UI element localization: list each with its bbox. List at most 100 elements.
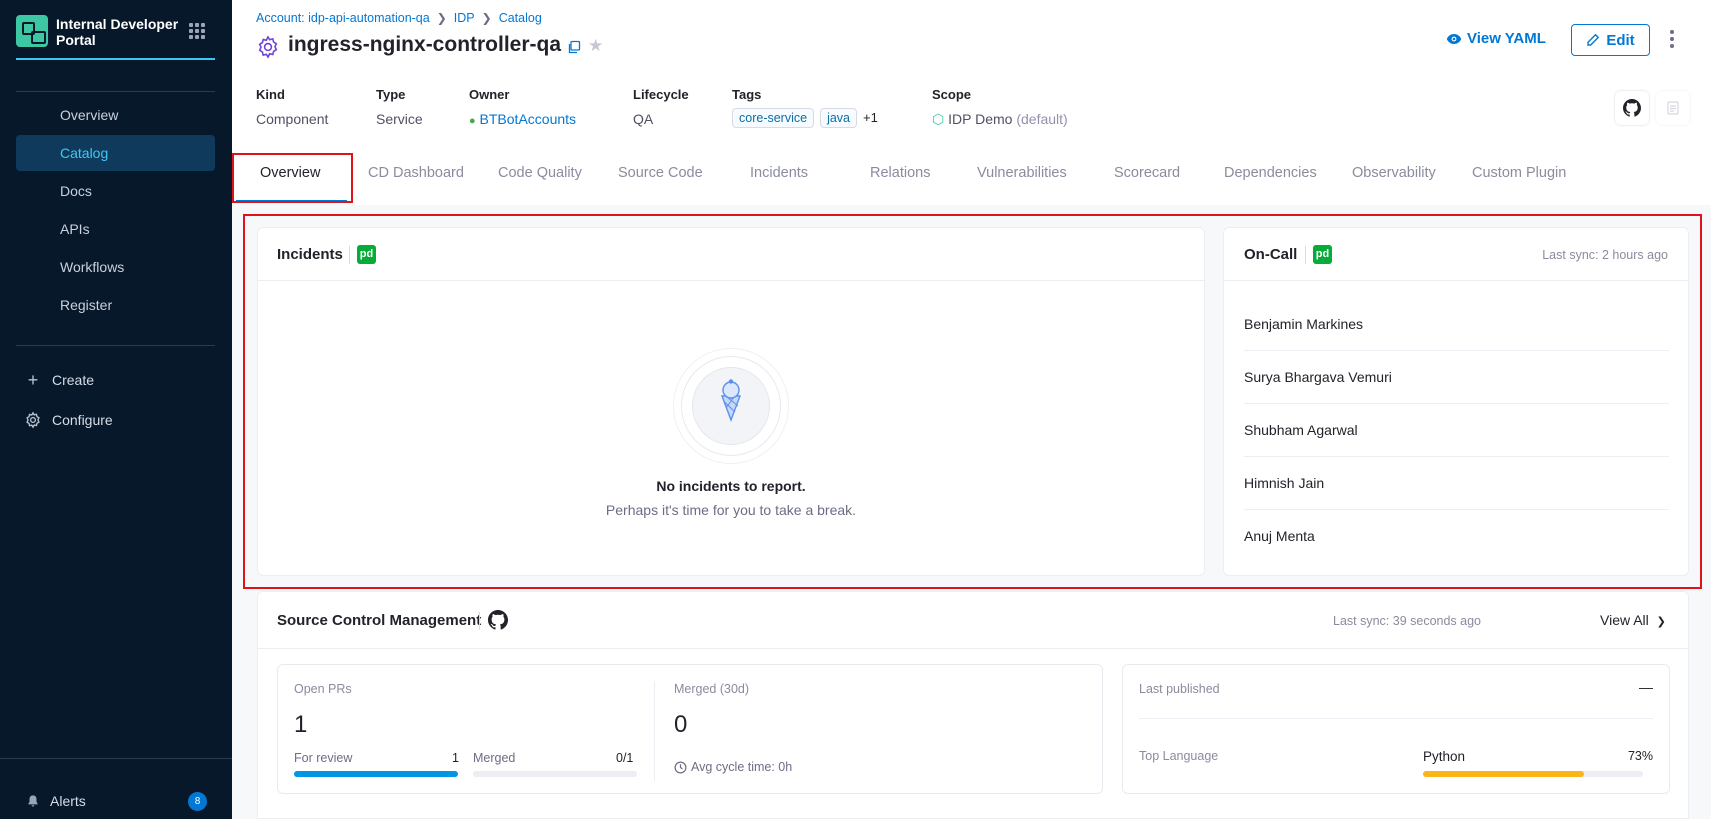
- sidebar-item-docs[interactable]: Docs: [16, 173, 215, 209]
- star-icon[interactable]: ★: [588, 36, 603, 56]
- meta-owner-value[interactable]: ● BTBotAccounts: [469, 111, 576, 127]
- merged-30d-value: 0: [674, 711, 688, 738]
- brand[interactable]: Internal Developer Portal: [16, 14, 215, 60]
- tags-more[interactable]: +1: [863, 110, 878, 125]
- github-link[interactable]: [1615, 91, 1649, 125]
- cube-icon: ⬡: [932, 111, 945, 127]
- sidebar-item-workflows[interactable]: Workflows: [16, 249, 215, 285]
- meta-kind: Kind Component: [256, 87, 328, 127]
- sidebar-alerts[interactable]: Alerts 8: [0, 758, 232, 819]
- tab-dependencies[interactable]: Dependencies: [1224, 165, 1317, 181]
- edit-label: Edit: [1606, 31, 1635, 49]
- oncall-card: On-Call pd Last sync: 2 hours ago Benjam…: [1223, 227, 1689, 576]
- sidebar-item-catalog[interactable]: Catalog: [16, 135, 215, 171]
- sidebar-item-register[interactable]: Register: [16, 287, 215, 323]
- tab-cd-dashboard[interactable]: CD Dashboard: [368, 165, 464, 181]
- last-published-label: Last published: [1139, 682, 1220, 696]
- meta-lifecycle-value: QA: [633, 111, 654, 127]
- sidebar-item-apis[interactable]: APIs: [16, 211, 215, 247]
- copy-icon[interactable]: [567, 40, 581, 54]
- last-published-value: —: [1639, 679, 1653, 695]
- tab-observability[interactable]: Observability: [1352, 165, 1436, 181]
- sidebar-item-overview[interactable]: Overview: [16, 97, 215, 133]
- oncall-last-sync: Last sync: 2 hours ago: [1542, 248, 1668, 262]
- incidents-card: Incidents pd No incidents to report. Per…: [257, 227, 1205, 576]
- for-review-value: 1: [452, 751, 459, 765]
- tag-chip: java: [820, 108, 858, 128]
- oncall-person[interactable]: Benjamin Markines: [1244, 298, 1669, 351]
- meta-lifecycle: Lifecycle QA: [633, 87, 689, 127]
- more-options-icon[interactable]: [1669, 30, 1675, 50]
- meta-type-value: Service: [376, 111, 423, 127]
- empty-title: No incidents to report.: [656, 478, 806, 494]
- sidebar-configure[interactable]: Configure: [24, 405, 113, 435]
- configure-label: Configure: [52, 412, 113, 428]
- open-prs-label: Open PRs: [294, 682, 352, 696]
- owner-link[interactable]: BTBotAccounts: [480, 111, 577, 127]
- top-language-bar: [1423, 771, 1643, 777]
- tab-vulnerabilities[interactable]: Vulnerabilities: [977, 165, 1067, 181]
- meta-owner-label: Owner: [469, 87, 510, 102]
- oncall-person[interactable]: Shubham Agarwal: [1244, 404, 1669, 457]
- meta-tags: Tags core-service java +1: [732, 87, 878, 128]
- meta-scope-label: Scope: [932, 87, 972, 102]
- sidebar-create[interactable]: + Create: [24, 365, 94, 395]
- document-icon: [1667, 101, 1679, 115]
- alerts-label: Alerts: [50, 793, 86, 809]
- view-yaml-button[interactable]: View YAML: [1446, 30, 1546, 47]
- meta-lifecycle-label: Lifecycle: [633, 87, 689, 102]
- oncall-person[interactable]: Anuj Menta: [1244, 510, 1669, 563]
- card-divider: [1224, 280, 1688, 281]
- top-language-bar-fill: [1423, 771, 1584, 777]
- breadcrumb-idp[interactable]: IDP: [454, 11, 475, 25]
- highlight-overview-tab: [232, 153, 353, 203]
- chevron-right-icon: ❯: [481, 11, 492, 25]
- for-review-bar: [294, 771, 458, 777]
- meta-tags-label: Tags: [732, 87, 762, 102]
- tab-source-code[interactable]: Source Code: [618, 165, 703, 181]
- team-icon: ●: [469, 115, 476, 127]
- oncall-person[interactable]: Surya Bhargava Vemuri: [1244, 351, 1669, 404]
- scope-name: IDP Demo: [948, 111, 1013, 127]
- eye-icon: [1446, 33, 1462, 44]
- ice-cream-icon: [720, 379, 742, 422]
- tab-incidents[interactable]: Incidents: [750, 165, 808, 181]
- empty-subtitle: Perhaps it's time for you to take a brea…: [605, 502, 857, 518]
- merged-label: Merged: [473, 751, 516, 765]
- sidebar-divider: [16, 91, 215, 92]
- tab-code-quality[interactable]: Code Quality: [498, 165, 582, 181]
- breadcrumb-account[interactable]: Account: idp-api-automation-qa: [256, 11, 430, 25]
- meta-kind-value: Component: [256, 111, 329, 127]
- tab-relations[interactable]: Relations: [870, 165, 930, 181]
- incidents-title: Incidents: [277, 246, 343, 263]
- app-launcher-icon[interactable]: [189, 23, 205, 39]
- publish-language-box: Last published — Top Language Python 73%: [1122, 664, 1670, 794]
- top-language-name: Python: [1423, 749, 1466, 764]
- tab-custom-plugin[interactable]: Custom Plugin: [1472, 165, 1566, 181]
- card-divider: [258, 648, 1688, 649]
- meta-type: Type Service: [376, 87, 423, 127]
- meta-scope: Scope ⬡ IDP Demo (default): [932, 87, 1068, 128]
- view-all-link[interactable]: View All ❯: [1600, 612, 1666, 628]
- merged-ratio: 0/1: [616, 751, 634, 765]
- sidebar-divider: [16, 345, 215, 346]
- plus-icon: +: [27, 370, 39, 390]
- stat-divider: [654, 681, 655, 781]
- meta-kind-label: Kind: [256, 87, 285, 102]
- edit-button[interactable]: Edit: [1571, 24, 1650, 56]
- meta-tags-value: core-service java +1: [732, 108, 878, 128]
- oncall-title: On-Call: [1244, 246, 1298, 263]
- view-all-label: View All: [1600, 612, 1649, 628]
- pr-stats-box: Open PRs 1 For review 1 Merged 0/1 Merge…: [277, 664, 1103, 794]
- idp-logo-icon: [16, 15, 48, 47]
- oncall-person[interactable]: Himnish Jain: [1244, 457, 1669, 510]
- tab-scorecard[interactable]: Scorecard: [1114, 165, 1180, 181]
- docs-link[interactable]: [1656, 91, 1690, 125]
- merged-30d-label: Merged (30d): [674, 682, 750, 696]
- breadcrumb-catalog[interactable]: Catalog: [499, 11, 542, 25]
- meta-scope-value: ⬡ IDP Demo (default): [932, 111, 1068, 128]
- merged-bar: [473, 771, 637, 777]
- alerts-count-badge: 8: [188, 792, 207, 811]
- pagerduty-icon: pd: [357, 245, 376, 264]
- view-yaml-label: View YAML: [1467, 30, 1546, 47]
